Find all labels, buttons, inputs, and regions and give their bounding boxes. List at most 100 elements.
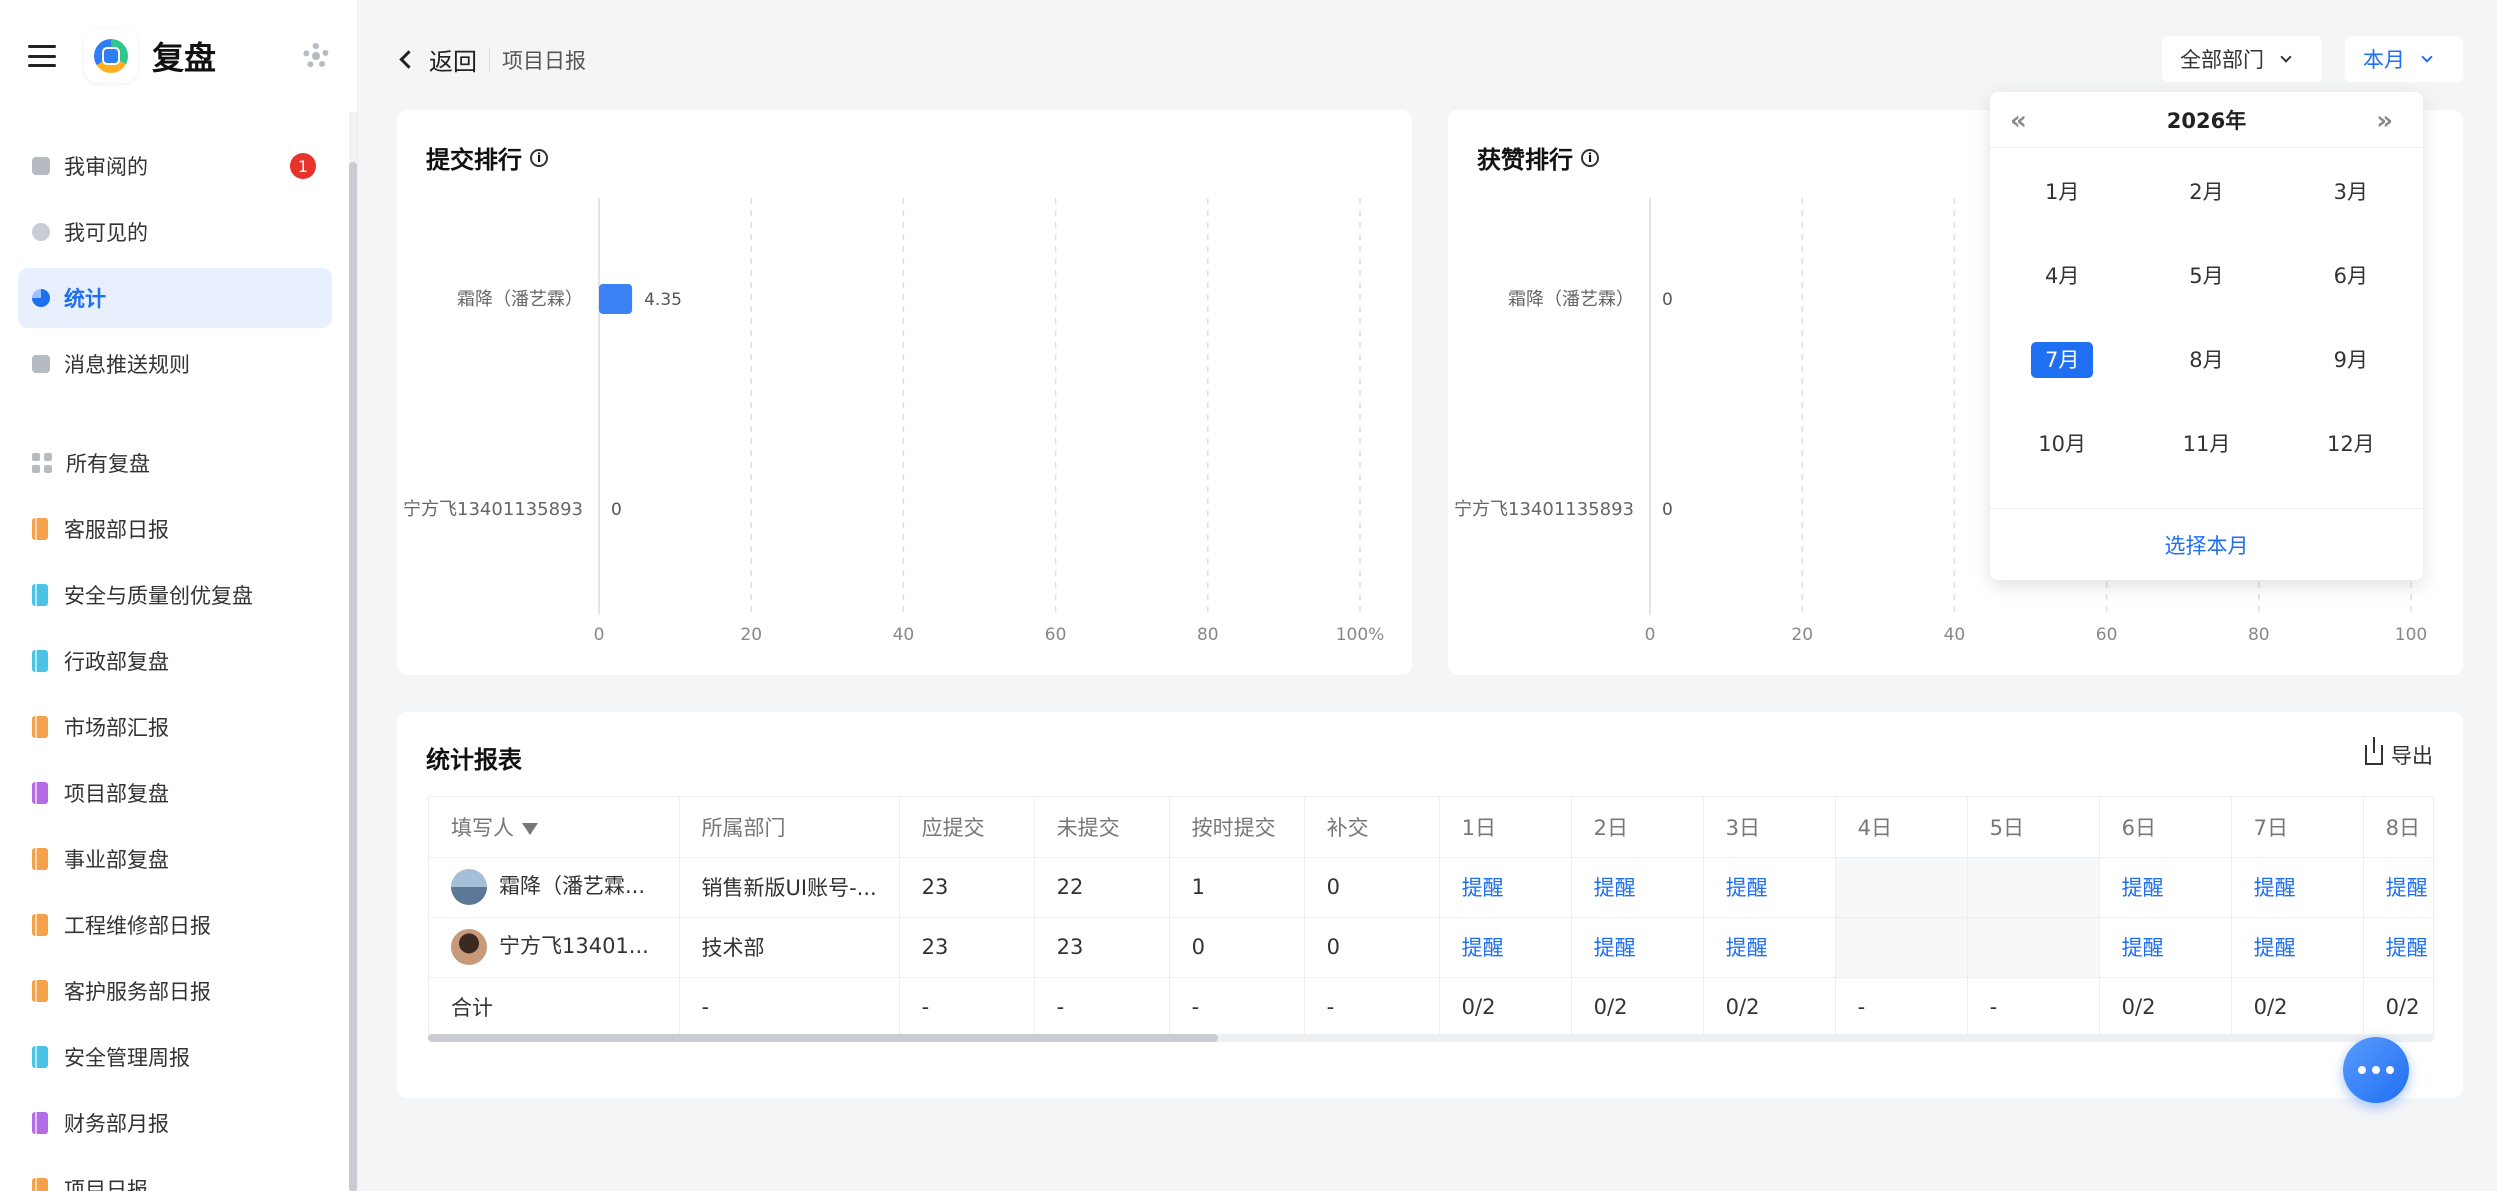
tick-label: 20 [740, 625, 762, 645]
pie-chart-icon [32, 289, 50, 307]
report-table-container[interactable]: 填写人 所属部门 应提交 未提交 按时提交 补交 1日 2日 3日 4日 5日 6日 7日 8日 霜降（潘艺… [428, 796, 2434, 1036]
late-submit-cell: 0 [1304, 917, 1440, 978]
gear-icon[interactable] [303, 43, 329, 69]
month-cell[interactable]: 4月 [1990, 258, 2134, 294]
sidebar-scroll: 我审阅的 1 我可见的 统计 消息推送规则 所有复盘 客服部日报 安全与质量创优… [0, 112, 350, 1191]
remind-link[interactable]: 提醒 [1571, 857, 1704, 918]
nav-item-push-rules[interactable]: 消息推送规则 [18, 334, 332, 394]
clipboard-icon [32, 157, 50, 175]
group-item[interactable]: 财务部月报 [18, 1092, 332, 1154]
group-label: 财务部月报 [64, 1112, 169, 1136]
notebook-icon [32, 650, 48, 672]
nav-item-statistics[interactable]: 统计 [18, 268, 332, 328]
category-label: 霜降（潘艺霖） [457, 289, 583, 310]
nav-item-visible[interactable]: 我可见的 [18, 202, 332, 262]
remind-link[interactable]: 提醒 [1439, 857, 1572, 918]
group-label: 行政部复盘 [64, 650, 169, 674]
avatar [451, 929, 487, 965]
month-cell[interactable]: 2月 [2134, 174, 2278, 210]
category-label: 宁方飞13401135893 [1454, 499, 1634, 520]
back-button[interactable]: 返回 项目日报 [399, 42, 586, 77]
group-item[interactable]: 客服部日报 [18, 498, 332, 560]
remind-link[interactable]: 提醒 [2231, 917, 2364, 978]
group-item[interactable]: 工程维修部日报 [18, 894, 332, 956]
year-label[interactable]: 2026年 [2167, 105, 2246, 135]
tick-label: 40 [893, 625, 915, 645]
total-row: 合计 - - - - -0/2 0/2 0/2- -0/2 0/2 0/2 [429, 977, 2433, 1036]
prev-year-icon[interactable]: « [2010, 106, 2027, 136]
remind-link[interactable]: 提醒 [2231, 857, 2364, 918]
table-horizontal-scrollbar[interactable] [428, 1034, 2434, 1042]
month-cell[interactable]: 8月 [2134, 342, 2278, 378]
remind-link[interactable]: 提醒 [1439, 917, 1572, 978]
group-item[interactable]: 安全与质量创优复盘 [18, 564, 332, 626]
all-reviews-header[interactable]: 所有复盘 [18, 432, 332, 494]
column-header: 2日 [1571, 797, 1704, 858]
group-label: 项目日报 [64, 1178, 148, 1191]
group-item[interactable]: 行政部复盘 [18, 630, 332, 692]
nav-item-label: 消息推送规则 [64, 353, 190, 377]
remind-link[interactable]: 提醒 [2363, 857, 2433, 918]
more-actions-button[interactable] [2343, 1037, 2409, 1103]
month-cell[interactable]: 5月 [2134, 258, 2278, 294]
department-cell: 技术部 [679, 917, 900, 978]
month-label: 9月 [2333, 348, 2368, 372]
group-item[interactable]: 安全管理周报 [18, 1026, 332, 1088]
sidebar-scrollbar[interactable] [349, 112, 357, 1191]
group-item[interactable]: 项目部复盘 [18, 762, 332, 824]
menu-icon[interactable] [28, 45, 56, 67]
month-label: 8月 [2189, 348, 2224, 372]
not-submitted-cell: 23 [1034, 917, 1170, 978]
filter-icon[interactable] [522, 822, 538, 835]
column-header: 8日 [2363, 797, 2433, 858]
sidebar-header: 复盘 [0, 0, 357, 112]
column-header-label: 5日 [1989, 815, 2025, 840]
month-cell[interactable]: 10月 [1990, 426, 2134, 462]
department-filter[interactable]: 全部部门 [2162, 36, 2322, 82]
export-button[interactable]: 导出 [2365, 737, 2433, 770]
group-item[interactable]: 市场部汇报 [18, 696, 332, 758]
app-name: 复盘 [152, 39, 217, 77]
export-label: 导出 [2391, 744, 2433, 768]
total-cell: - [899, 977, 1035, 1036]
remind-link[interactable]: 提醒 [2363, 917, 2433, 978]
table-row: 霜降（潘艺霖... 销售新版UI账号-... 23 22 1 0 提醒 提醒 提醒 提醒 提醒 提醒 [429, 857, 2433, 918]
month-cell[interactable]: 3月 [2279, 174, 2423, 210]
total-cell: - [679, 977, 900, 1036]
month-cell[interactable]: 9月 [2279, 342, 2423, 378]
column-header[interactable]: 填写人 [429, 797, 680, 858]
column-header: 7日 [2231, 797, 2364, 858]
notebook-icon [32, 1112, 48, 1134]
month-label: 5月 [2189, 264, 2224, 288]
remind-link[interactable]: 提醒 [2099, 857, 2232, 918]
tick-label: 40 [1944, 625, 1966, 645]
group-item[interactable]: 事业部复盘 [18, 828, 332, 890]
month-cell[interactable]: 11月 [2134, 426, 2278, 462]
month-cell[interactable]: 12月 [2279, 426, 2423, 462]
notebook-icon [32, 1178, 48, 1191]
notebook-icon [32, 914, 48, 936]
total-cell: - [1304, 977, 1440, 1036]
month-cell[interactable]: 1月 [1990, 174, 2134, 210]
remind-link[interactable]: 提醒 [1703, 857, 1836, 918]
total-day-cell: 0/2 [1571, 977, 1704, 1036]
period-filter[interactable]: 本月 [2345, 36, 2463, 82]
month-label: 12月 [2326, 432, 2375, 456]
notebook-icon [32, 518, 48, 540]
month-picker-header: « 2026年 » [1990, 92, 2423, 148]
column-header: 5日 [1967, 797, 2100, 858]
remind-link[interactable]: 提醒 [2099, 917, 2232, 978]
month-cell[interactable]: 6月 [2279, 258, 2423, 294]
nav-item-reviewed[interactable]: 我审阅的 1 [18, 136, 332, 196]
report-title: 统计报表 [426, 746, 522, 774]
month-cell[interactable]: 7月 [1990, 342, 2134, 378]
group-item[interactable]: 项目日报 [18, 1158, 332, 1191]
group-item[interactable]: 客护服务部日报 [18, 960, 332, 1022]
data-label: 0 [1662, 500, 1673, 520]
remind-link[interactable]: 提醒 [1703, 917, 1836, 978]
remind-link[interactable]: 提醒 [1571, 917, 1704, 978]
select-this-month-button[interactable]: 选择本月 [1990, 508, 2423, 580]
total-day-cell: - [1835, 977, 1968, 1036]
notebook-icon [32, 980, 48, 1002]
next-year-icon[interactable]: » [2376, 106, 2393, 136]
